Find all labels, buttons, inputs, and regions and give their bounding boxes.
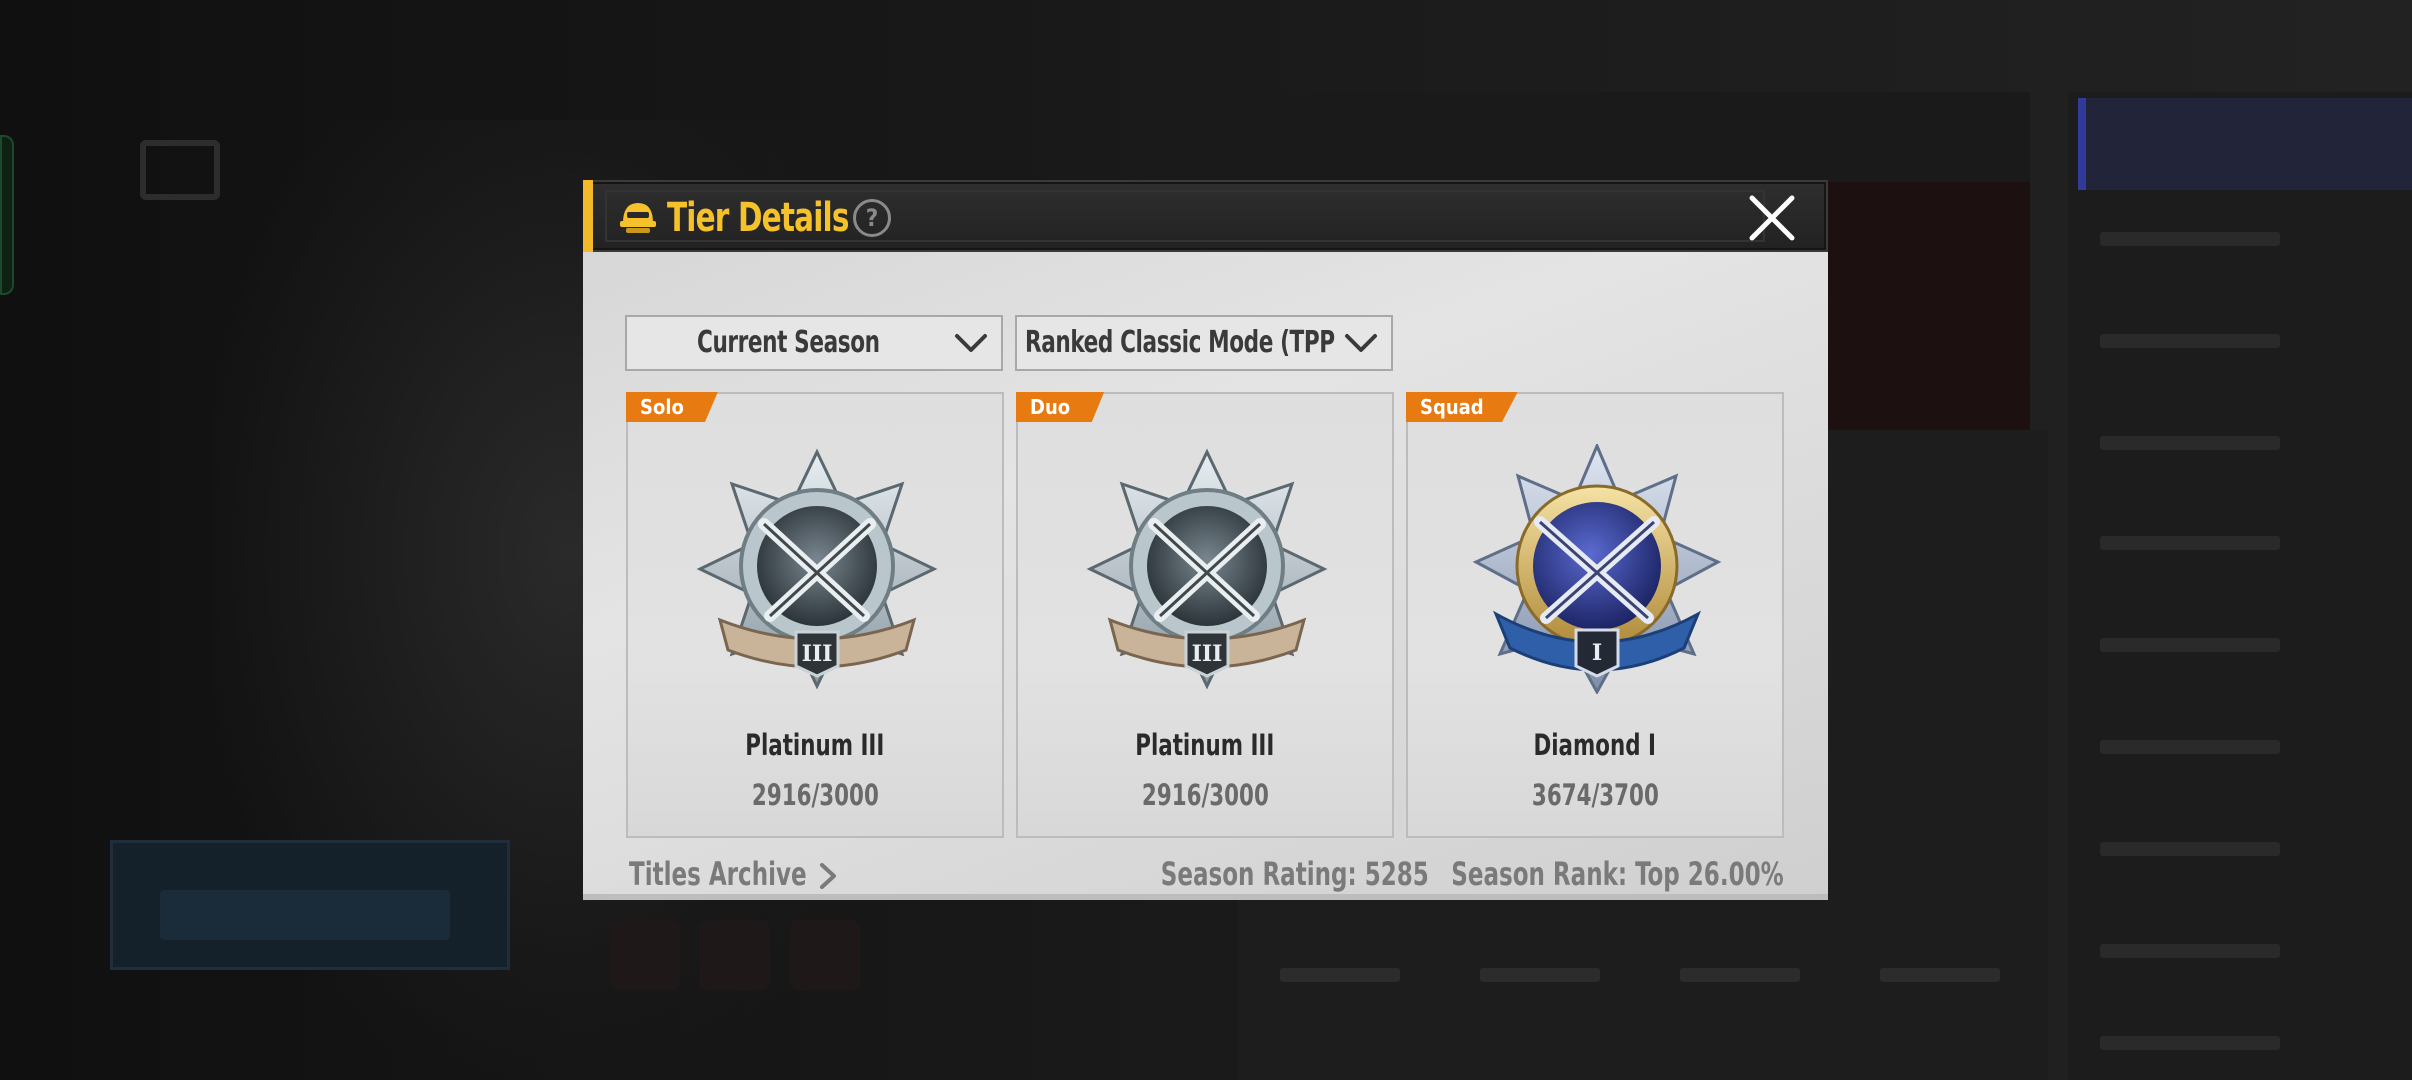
background-stat — [1680, 968, 1800, 982]
mode-dropdown-value: Ranked Classic Mode (TPP — [1025, 325, 1335, 360]
background-sidebar-row — [2100, 1036, 2280, 1050]
tier-helmet-icon — [620, 203, 656, 233]
chevron-right-icon — [820, 863, 836, 889]
titles-archive-label: Titles Archive — [629, 855, 807, 893]
mode-dropdown[interactable]: Ranked Classic Mode (TPP — [1015, 315, 1393, 371]
platinum-badge-icon: III — [696, 448, 938, 690]
background-item — [700, 920, 770, 990]
background-sidebar-selected — [2078, 98, 2412, 190]
tier-card-solo[interactable]: Solo III Platinum III 2916/3000 — [626, 392, 1004, 838]
mode-tag: Duo — [1016, 392, 1105, 422]
background-item — [610, 920, 680, 990]
titles-archive-link[interactable]: Titles Archive — [629, 852, 851, 896]
badge-roman: I — [1592, 640, 1602, 666]
background-stats-row — [1260, 960, 2020, 1040]
season-stats: Season Rating: 5285 Season Rank: Top 26.0… — [1005, 852, 1784, 896]
background-sidebar-row — [2100, 944, 2280, 958]
background-sidebar-row — [2100, 436, 2280, 450]
badge-roman: III — [802, 641, 833, 667]
tier-points: 2916/3000 — [1141, 778, 1269, 812]
diamond-badge-icon: I — [1472, 444, 1722, 694]
question-icon[interactable]: ? — [853, 199, 891, 237]
close-button[interactable] — [1744, 192, 1800, 244]
background-sidebar-row — [2100, 638, 2280, 652]
close-icon — [1749, 195, 1795, 241]
season-rating: Season Rating: 5285 — [1161, 855, 1430, 893]
background-sidebar-row — [2100, 232, 2280, 246]
background-stat — [1480, 968, 1600, 982]
modal-title: Tier Details — [667, 195, 849, 241]
chevron-down-icon — [1345, 334, 1377, 352]
background-sidebar-row — [2100, 334, 2280, 348]
badge-roman: III — [1192, 641, 1223, 667]
background-profile-card-header — [1238, 92, 2030, 182]
tier-name: Platinum III — [1135, 728, 1275, 762]
tier-name: Platinum III — [745, 728, 885, 762]
mode-tag: Squad — [1406, 392, 1518, 422]
chevron-down-icon — [955, 334, 987, 352]
side-tab — [0, 135, 14, 295]
tier-card-duo[interactable]: Duo III Platinum III 2916/3000 — [1016, 392, 1394, 838]
background-stat — [1280, 968, 1400, 982]
season-dropdown[interactable]: Current Season — [625, 315, 1003, 371]
background-stat — [1880, 968, 2000, 982]
expand-icon — [140, 140, 220, 200]
tier-points: 3674/3700 — [1531, 778, 1659, 812]
platinum-badge-icon: III — [1086, 448, 1328, 690]
modal-body: Current Season Ranked Classic Mode (TPP … — [583, 252, 1828, 900]
season-dropdown-value: Current Season — [697, 325, 880, 360]
background-sidebar-row — [2100, 740, 2280, 754]
background-item — [790, 920, 860, 990]
season-rank: Season Rank: Top 26.00% — [1451, 855, 1784, 893]
modal-header: Tier Details ? — [583, 180, 1828, 252]
background-sidebar-row — [2100, 536, 2280, 550]
background-sidebar-row — [2100, 842, 2280, 856]
tier-card-squad[interactable]: Squad I Diamond I 3674/3700 — [1406, 392, 1784, 838]
tier-details-modal: Tier Details ? Current Season Ranked Cla… — [583, 180, 1828, 907]
background-banner-button — [160, 890, 450, 940]
mode-tag: Solo — [626, 392, 718, 422]
background-item-icons — [610, 920, 860, 1000]
tier-name: Diamond I — [1533, 728, 1657, 762]
tier-points: 2916/3000 — [751, 778, 879, 812]
